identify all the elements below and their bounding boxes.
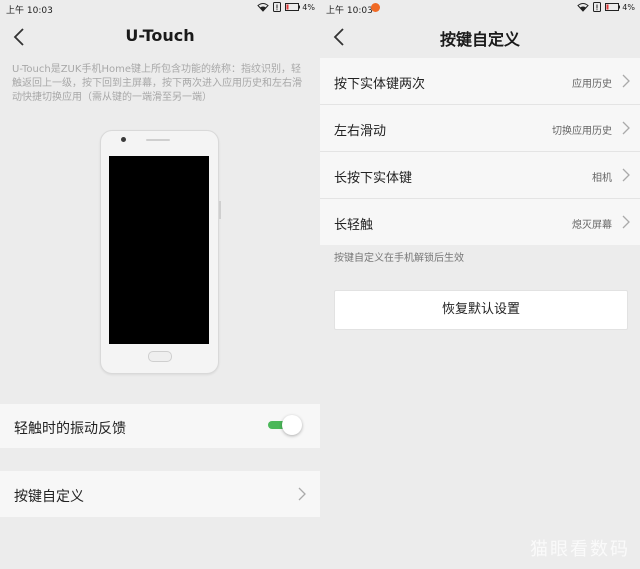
front-camera	[121, 137, 126, 142]
item-label: 长轻触	[334, 218, 374, 233]
page-title: U-Touch	[125, 26, 195, 45]
list-item-long-press[interactable]: 长按下实体键 相机	[320, 152, 640, 199]
sim-icon	[593, 2, 602, 12]
status-time: 上午 10:03	[326, 6, 373, 16]
list-item-swipe[interactable]: 左右滑动 切换应用历史	[320, 105, 640, 152]
battery-status: 4%	[605, 3, 635, 12]
u-touch-description: U-Touch是ZUK手机Home键上所包含功能的统称：指纹识别，轻触返回上一级…	[12, 64, 302, 103]
earpiece	[146, 139, 170, 141]
title-bar: 按键自定义	[320, 16, 640, 58]
chevron-right-icon	[622, 121, 630, 135]
key-settings-list: 按下实体键两次 应用历史 左右滑动 切换应用历史 长按下实体键 相机 长轻触 熄…	[320, 58, 640, 245]
restore-defaults-button[interactable]: 恢复默认设置	[334, 290, 628, 330]
item-label: 长按下实体键	[334, 171, 413, 186]
title-bar: U-Touch	[0, 16, 320, 58]
vibration-feedback-row[interactable]: 轻触时的振动反馈	[0, 404, 320, 448]
page-title: 按键自定义	[439, 30, 520, 49]
status-time: 上午 10:03	[6, 6, 53, 16]
list-item-double-press[interactable]: 按下实体键两次 应用历史	[320, 58, 640, 105]
toggle-knob	[282, 415, 302, 435]
watermark: 猫眼看数码	[530, 539, 630, 560]
notification-icon	[371, 3, 380, 12]
chevron-right-icon	[622, 215, 630, 229]
custom-keys-row[interactable]: 按键自定义	[0, 471, 320, 517]
battery-percent: 4%	[302, 2, 315, 12]
custom-keys-screen: 上午 10:03 4% 按键自定义 按下实体键两次 应用历史 左右滑动 切换应用…	[320, 0, 640, 569]
status-bar: 上午 10:03 4%	[0, 0, 320, 16]
custom-keys-label: 按键自定义	[14, 489, 84, 505]
list-item-long-touch[interactable]: 长轻触 熄灭屏幕	[320, 199, 640, 245]
home-key	[148, 351, 172, 362]
chevron-right-icon	[622, 74, 630, 88]
item-label: 按下实体键两次	[334, 77, 426, 92]
unlock-note: 按键自定义在手机解锁后生效	[334, 253, 464, 264]
side-button	[219, 201, 221, 219]
status-icons: 4%	[257, 2, 315, 12]
phone-illustration	[100, 130, 221, 374]
wifi-icon	[257, 3, 270, 12]
battery-percent: 4%	[622, 2, 635, 12]
chevron-right-icon	[622, 168, 630, 182]
item-value: 切换应用历史	[552, 126, 612, 137]
wifi-icon	[577, 3, 590, 12]
vibration-feedback-label: 轻触时的振动反馈	[14, 421, 126, 437]
item-value: 相机	[592, 173, 612, 184]
battery-low-icon	[285, 3, 301, 11]
battery-low-icon	[605, 3, 621, 11]
status-bar: 上午 10:03 4%	[320, 0, 640, 16]
phone-screen	[109, 156, 209, 344]
battery-status: 4%	[285, 3, 315, 12]
vibration-toggle[interactable]	[268, 415, 302, 435]
item-value: 熄灭屏幕	[572, 220, 612, 231]
status-icons: 4%	[577, 2, 635, 12]
item-value: 应用历史	[572, 79, 612, 90]
chevron-right-icon	[298, 487, 306, 501]
item-label: 左右滑动	[334, 124, 387, 139]
u-touch-screen: 上午 10:03 4% U-Touch U-Touch是ZUK手机Home键上所…	[0, 0, 320, 569]
sim-icon	[273, 2, 282, 12]
